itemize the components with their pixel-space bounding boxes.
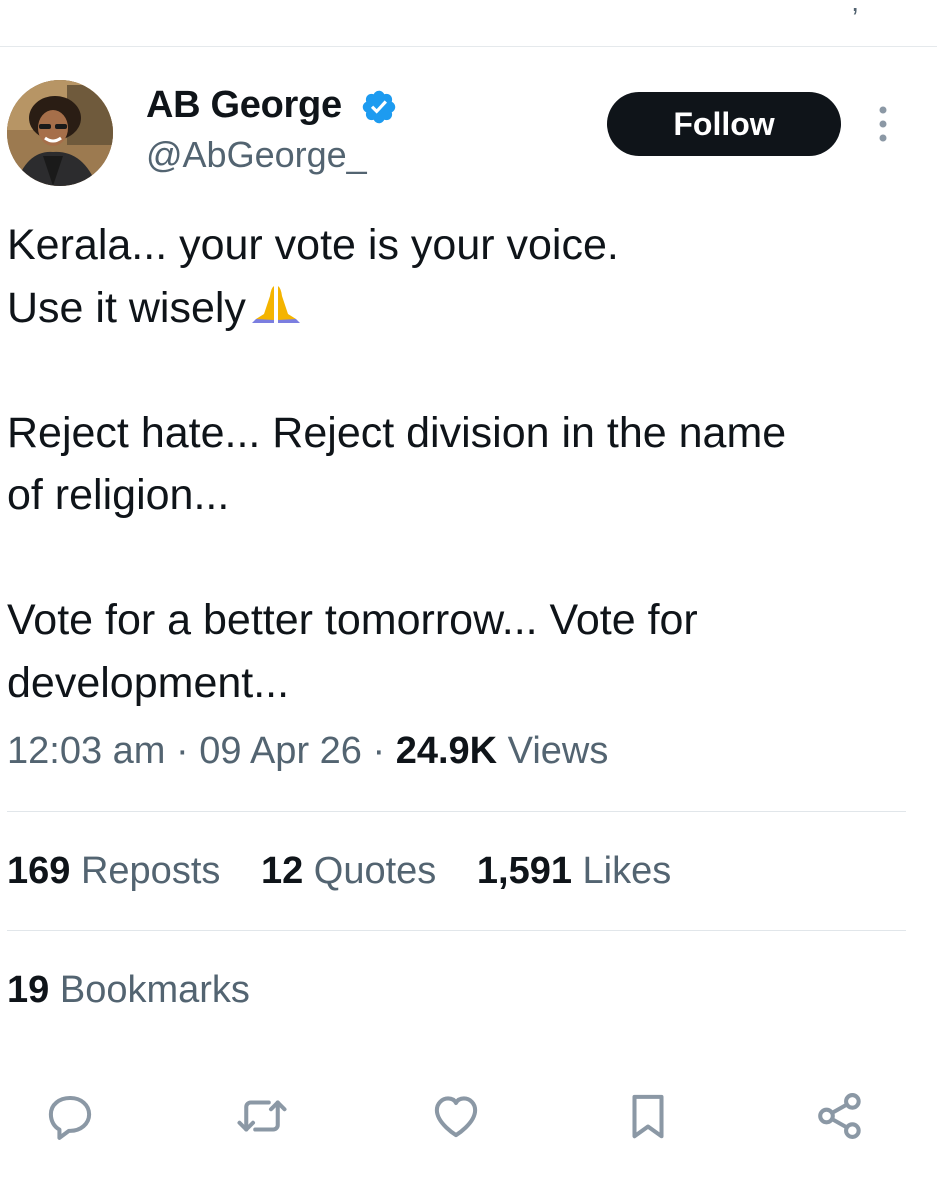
tweet-meta: 12:03 am · 09 Apr 26 · 24.9K Views [7, 730, 608, 773]
likes-label: Likes [582, 850, 672, 892]
share-button[interactable] [810, 1086, 870, 1146]
quotes-label: Quotes [313, 850, 437, 892]
tweet-line: Vote for a better tomorrow... Vote for [7, 596, 698, 644]
tweet-line: of religion... [7, 471, 230, 519]
repost-button[interactable] [232, 1086, 292, 1146]
bookmarks-count: 19 [7, 969, 50, 1011]
bookmark-icon [632, 1094, 664, 1139]
engagement-stats: 169 Reposts 12 Quotes 1,591 Likes [7, 850, 701, 893]
bookmarks-label: Bookmarks [59, 969, 250, 1011]
meta-separator: · [176, 730, 189, 772]
meta-separator: · [372, 730, 386, 772]
tweet-line: Reject hate... Reject division in the na… [7, 408, 787, 457]
divider [7, 930, 906, 931]
reposts-stat[interactable]: 169 Reposts [7, 850, 220, 892]
bookmark-button[interactable] [618, 1086, 678, 1146]
handle[interactable]: @AbGeorge_ [146, 134, 367, 176]
bookmarks-stat[interactable]: 19 Bookmarks [7, 969, 250, 1012]
folded-hands-icon [251, 285, 300, 323]
tweet-date[interactable]: 09 Apr 26 [199, 730, 362, 772]
share-icon [818, 1093, 861, 1139]
tweet-text: Kerala... your vote is your voice. Use i… [7, 214, 917, 714]
reposts-count: 169 [7, 850, 71, 892]
top-divider [0, 46, 937, 47]
like-button[interactable] [426, 1086, 486, 1146]
avatar[interactable] [7, 80, 113, 186]
tweet-time[interactable]: 12:03 am [7, 730, 165, 772]
likes-stat[interactable]: 1,591 Likes [477, 850, 671, 892]
quotes-count: 12 [260, 850, 304, 892]
reply-icon [48, 1095, 92, 1140]
heart-icon [434, 1096, 478, 1138]
likes-count: 1,591 [476, 850, 572, 892]
views-count: 24.9K [395, 730, 498, 772]
views-label: Views [507, 730, 609, 772]
tweet-line: Use it wisely [7, 277, 917, 340]
tweet-line: Kerala... your vote is your voice. [7, 221, 619, 269]
reply-button[interactable] [40, 1086, 100, 1146]
quotes-stat[interactable]: 12 Quotes [261, 850, 436, 892]
display-name[interactable]: AB George [146, 84, 342, 127]
follow-button[interactable]: Follow [607, 92, 841, 156]
divider [7, 811, 906, 812]
repost-icon [237, 1100, 287, 1132]
tweet-line: development... [7, 658, 290, 707]
corner-fragment: , [851, 0, 859, 17]
verified-badge-icon [362, 90, 396, 124]
reposts-label: Reposts [80, 850, 221, 892]
more-options-icon[interactable] [872, 104, 894, 144]
